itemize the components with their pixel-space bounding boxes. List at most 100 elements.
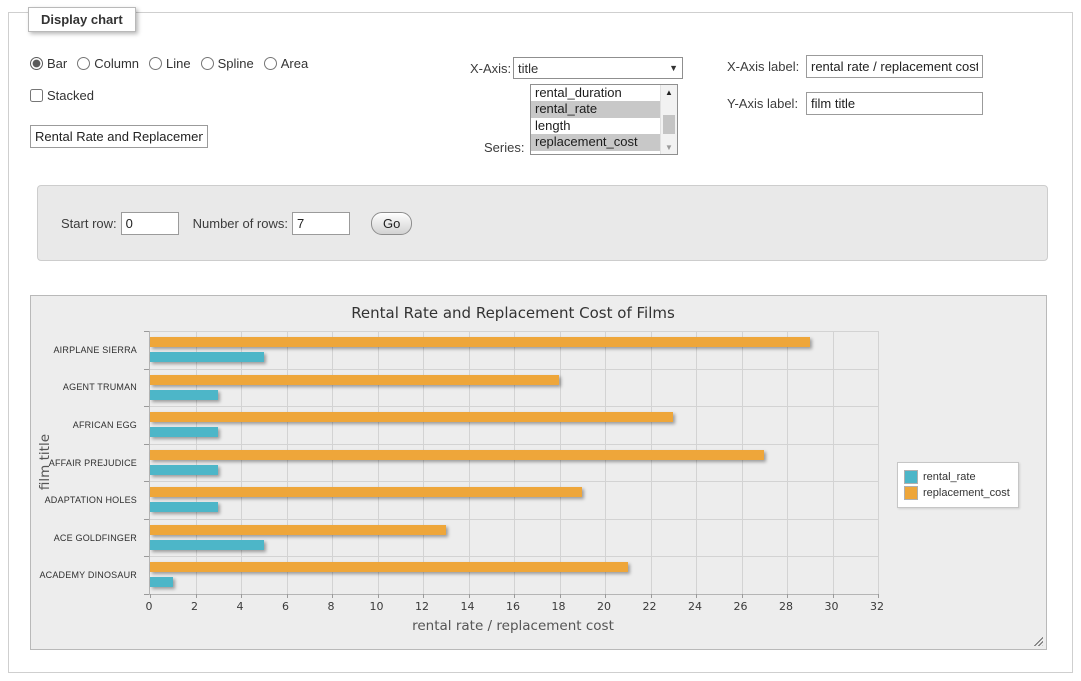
chart-title-input[interactable]	[30, 125, 208, 148]
bar-group	[150, 406, 878, 444]
bar-replacement_cost[interactable]	[150, 412, 673, 422]
chart-type-option[interactable]: Column	[77, 56, 139, 71]
chart-type-option[interactable]: Line	[149, 56, 191, 71]
chart-type-option[interactable]: Area	[264, 56, 308, 71]
chart-type-option[interactable]: Bar	[30, 56, 67, 71]
y-tick-mark	[144, 369, 149, 370]
bar-rental_rate[interactable]	[150, 540, 264, 550]
x-tick-mark	[605, 594, 606, 598]
chart-type-option-label: Column	[94, 56, 139, 71]
x-axis-title: rental rate / replacement cost	[149, 618, 877, 634]
x-tick-mark	[878, 594, 879, 598]
series-option[interactable]: length	[531, 118, 661, 134]
series-scrollbar[interactable]: ▲ ▼	[660, 85, 677, 154]
chart-type-option[interactable]: Spline	[201, 56, 254, 71]
start-row-label: Start row:	[61, 216, 117, 231]
x-tick-label: 30	[825, 600, 839, 613]
category-label: ACADEMY DINOSAUR	[31, 556, 143, 594]
scroll-down-icon[interactable]: ▼	[661, 140, 677, 154]
bar-rental_rate[interactable]	[150, 352, 264, 362]
y-tick-mark	[144, 556, 149, 557]
x-tick-label: 28	[779, 600, 793, 613]
x-tick-mark	[833, 594, 834, 598]
chart-type-radio[interactable]	[201, 57, 214, 70]
x-tick-mark	[742, 594, 743, 598]
go-button[interactable]: Go	[371, 212, 412, 235]
x-tick-label: 0	[146, 600, 153, 613]
x-tick-mark	[332, 594, 333, 598]
x-tick-mark	[378, 594, 379, 598]
legend-item[interactable]: replacement_cost	[904, 486, 1010, 500]
x-tick-label: 8	[328, 600, 335, 613]
bar-replacement_cost[interactable]	[150, 450, 764, 460]
scroll-up-icon[interactable]: ▲	[661, 85, 677, 99]
number-of-rows-input[interactable]	[292, 212, 350, 235]
bar-replacement_cost[interactable]	[150, 375, 559, 385]
bar-rental_rate[interactable]	[150, 465, 218, 475]
series-options: rental_durationrental_ratelengthreplacem…	[531, 85, 677, 151]
bar-rental_rate[interactable]	[150, 502, 218, 512]
bar-replacement_cost[interactable]	[150, 525, 446, 535]
x-tick-mark	[787, 594, 788, 598]
bar-replacement_cost[interactable]	[150, 337, 810, 347]
chart-type-radio[interactable]	[149, 57, 162, 70]
y-tick-mark	[144, 519, 149, 520]
x-axis-select[interactable]: title ▼	[513, 57, 683, 79]
x-tick-label: 10	[370, 600, 384, 613]
x-axis-selected-value: title	[518, 61, 538, 76]
scrollbar-thumb[interactable]	[663, 115, 675, 134]
bar-rental_rate[interactable]	[150, 577, 173, 587]
x-tick-mark	[423, 594, 424, 598]
x-tick-label: 12	[415, 600, 429, 613]
resize-grip-icon[interactable]	[1032, 635, 1043, 646]
x-axis-label-label: X-Axis label:	[727, 59, 799, 74]
x-tick-label: 26	[734, 600, 748, 613]
x-axis-label-input[interactable]	[806, 55, 983, 78]
y-category-labels: AIRPLANE SIERRAAGENT TRUMANAFRICAN EGGAF…	[31, 331, 143, 594]
start-row-input[interactable]	[121, 212, 179, 235]
x-tick-mark	[514, 594, 515, 598]
y-tick-mark	[144, 444, 149, 445]
bar-replacement_cost[interactable]	[150, 487, 582, 497]
chart-type-radio[interactable]	[77, 57, 90, 70]
plot-area	[149, 331, 878, 595]
chart-type-radio[interactable]	[264, 57, 277, 70]
legend-item[interactable]: rental_rate	[904, 470, 1010, 484]
chart-type-radios: Bar Column Line Spline Area	[30, 56, 318, 71]
chart-type-radio[interactable]	[30, 57, 43, 70]
bar-rental_rate[interactable]	[150, 427, 218, 437]
chart-type-option-label: Line	[166, 56, 191, 71]
series-listbox[interactable]: rental_durationrental_ratelengthreplacem…	[530, 84, 678, 155]
stacked-label: Stacked	[47, 88, 94, 103]
bar-rental_rate[interactable]	[150, 390, 218, 400]
y-tick-mark	[144, 594, 149, 595]
x-tick-label: 18	[552, 600, 566, 613]
chart-legend: rental_rate replacement_cost	[897, 462, 1019, 508]
x-tick-mark	[696, 594, 697, 598]
bar-group	[150, 481, 878, 519]
chart-type-option-label: Bar	[47, 56, 67, 71]
stacked-option[interactable]: Stacked	[30, 88, 94, 103]
bar-replacement_cost[interactable]	[150, 562, 628, 572]
series-option[interactable]: rental_duration	[531, 85, 661, 101]
gridline-v	[878, 331, 879, 594]
x-tick-label: 32	[870, 600, 884, 613]
series-option[interactable]: rental_rate	[531, 101, 661, 117]
chevron-down-icon: ▼	[669, 63, 678, 73]
x-tick-label: 24	[688, 600, 702, 613]
x-tick-label: 22	[643, 600, 657, 613]
y-axis-label-label: Y-Axis label:	[727, 96, 798, 111]
x-tick-mark	[651, 594, 652, 598]
bar-group	[150, 444, 878, 482]
series-option[interactable]: replacement_cost	[531, 134, 661, 150]
y-axis-label-input[interactable]	[806, 92, 983, 115]
x-tick-label: 6	[282, 600, 289, 613]
bar-group	[150, 369, 878, 407]
y-tick-mark	[144, 331, 149, 332]
x-tick-labels: 02468101214161820222426283032	[149, 600, 877, 614]
chart-legend-items: rental_rate replacement_cost	[904, 470, 1010, 500]
x-tick-mark	[560, 594, 561, 598]
chart-title: Rental Rate and Replacement Cost of Film…	[149, 304, 877, 322]
stacked-checkbox[interactable]	[30, 89, 43, 102]
y-tick-mark	[144, 406, 149, 407]
